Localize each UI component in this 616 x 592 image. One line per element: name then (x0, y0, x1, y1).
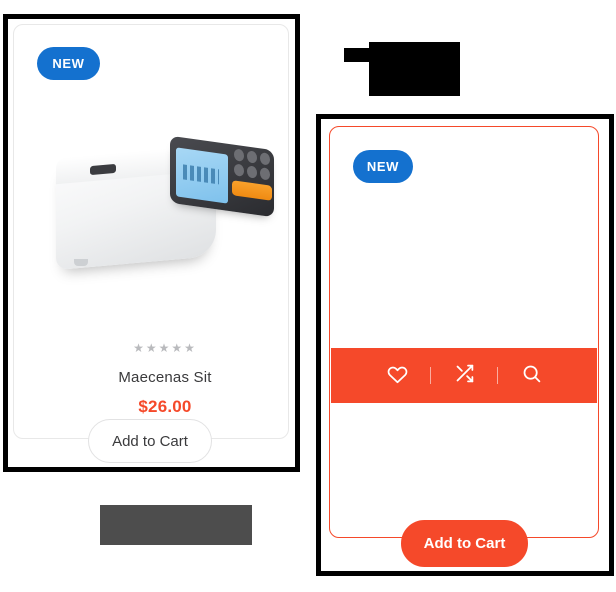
rating-stars: ★★★★★ (133, 341, 197, 355)
device-keypad (234, 148, 270, 181)
redaction-block-gray (100, 505, 252, 545)
device-foot (74, 259, 88, 266)
product-meta-left: ★★★★★ Maecenas Sit $26.00 (28, 341, 302, 417)
compare-button[interactable] (431, 363, 497, 389)
product-card-default[interactable]: ★★★★★ Maecenas Sit $26.00 (13, 24, 289, 439)
wishlist-icon (387, 363, 408, 389)
redaction-block-black-tab (344, 48, 371, 62)
product-card-hover[interactable]: Splashproof Exmor R 13.5 MP/1080 SteadyS… (329, 126, 599, 538)
product-action-bar (331, 348, 597, 403)
redaction-block-black (369, 42, 460, 96)
product-price: $26.00 (138, 397, 192, 416)
lab-analyzer-device-image[interactable] (38, 113, 293, 308)
device-lcd-screen (176, 147, 228, 204)
add-to-cart-button-right[interactable]: Add to Cart (401, 520, 528, 567)
quick-view-icon (521, 363, 542, 389)
screenshot-canvas: ★★★★★ Maecenas Sit $26.00 NEW Add to Car… (0, 0, 616, 592)
quick-view-button[interactable] (498, 363, 564, 389)
compare-icon (454, 363, 475, 389)
add-to-cart-button-left[interactable]: Add to Cart (88, 419, 212, 463)
product-title[interactable]: Maecenas Sit (28, 369, 302, 386)
wishlist-button[interactable] (364, 363, 430, 389)
new-badge-left: NEW (37, 47, 100, 80)
new-badge-right: NEW (353, 150, 413, 183)
